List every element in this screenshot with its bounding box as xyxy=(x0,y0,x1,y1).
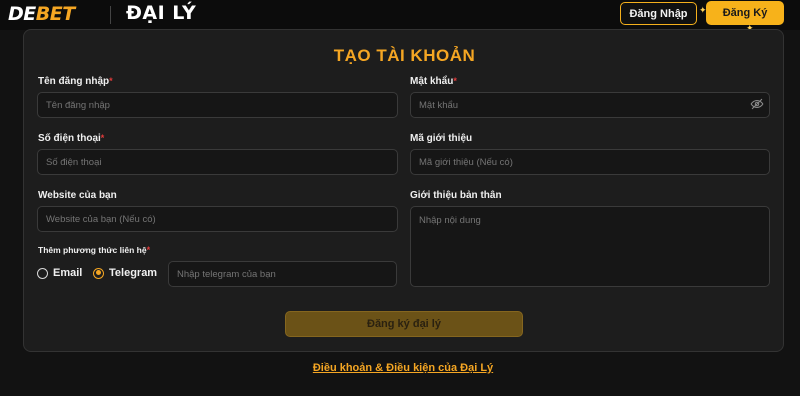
website-input[interactable] xyxy=(37,206,398,232)
header-divider xyxy=(110,6,111,24)
logo[interactable]: DEBET xyxy=(8,3,75,25)
referral-label: Mã giới thiệu xyxy=(410,133,473,144)
terms-link[interactable]: Điều khoản & Điều kiện của Đại Lý xyxy=(0,362,800,374)
top-bar: DEBET ĐẠI LÝ Đăng Nhập Đăng Ký ✦ ✦ xyxy=(0,0,800,33)
submit-agent-button[interactable]: Đăng ký đại lý xyxy=(285,311,523,337)
password-label-text: Mật khẩu xyxy=(410,76,454,87)
telegram-input[interactable] xyxy=(168,261,397,287)
password-input[interactable] xyxy=(410,92,770,118)
referral-input[interactable] xyxy=(410,149,770,175)
password-field xyxy=(410,92,770,118)
radio-email-circle[interactable] xyxy=(37,267,48,279)
phone-label: Số điện thoại* xyxy=(38,133,104,144)
logo-de: DE xyxy=(8,3,36,25)
required-mark: * xyxy=(109,76,113,86)
radio-telegram-label: Telegram xyxy=(109,267,158,279)
username-input[interactable] xyxy=(37,92,398,118)
phone-input[interactable] xyxy=(37,149,398,175)
username-label: Tên đăng nhập* xyxy=(38,76,113,87)
sparkle-icon: ✦ xyxy=(699,5,707,15)
radio-telegram[interactable]: Telegram xyxy=(93,267,157,279)
password-label: Mật khẩu* xyxy=(410,76,457,87)
bio-textarea[interactable] xyxy=(410,206,770,287)
required-mark: * xyxy=(453,76,457,86)
radio-telegram-circle[interactable] xyxy=(93,267,104,279)
register-button[interactable]: Đăng Ký xyxy=(706,1,784,25)
website-label: Website của bạn xyxy=(38,190,117,201)
contact-method-label-text: Thêm phương thức liên hệ xyxy=(38,245,147,255)
login-button[interactable]: Đăng Nhập xyxy=(620,2,697,25)
form-title: TẠO TÀI KHOẢN xyxy=(333,46,476,65)
radio-email-label: Email xyxy=(53,267,83,279)
username-label-text: Tên đăng nhập xyxy=(38,76,110,87)
section-title: ĐẠI LÝ xyxy=(126,2,197,24)
logo-bet: BET xyxy=(35,3,75,25)
registration-card: TẠO TÀI KHOẢN Tên đăng nhập* Mật khẩu* S… xyxy=(23,29,784,352)
contact-method-label: Thêm phương thức liên hệ* xyxy=(38,245,150,255)
radio-email[interactable]: Email xyxy=(37,267,82,279)
required-mark: * xyxy=(100,133,105,143)
required-mark: * xyxy=(146,245,151,255)
bio-label: Giới thiệu bản thân xyxy=(410,190,502,201)
eye-off-icon[interactable] xyxy=(750,97,764,111)
phone-label-text: Số điện thoại xyxy=(38,133,101,144)
